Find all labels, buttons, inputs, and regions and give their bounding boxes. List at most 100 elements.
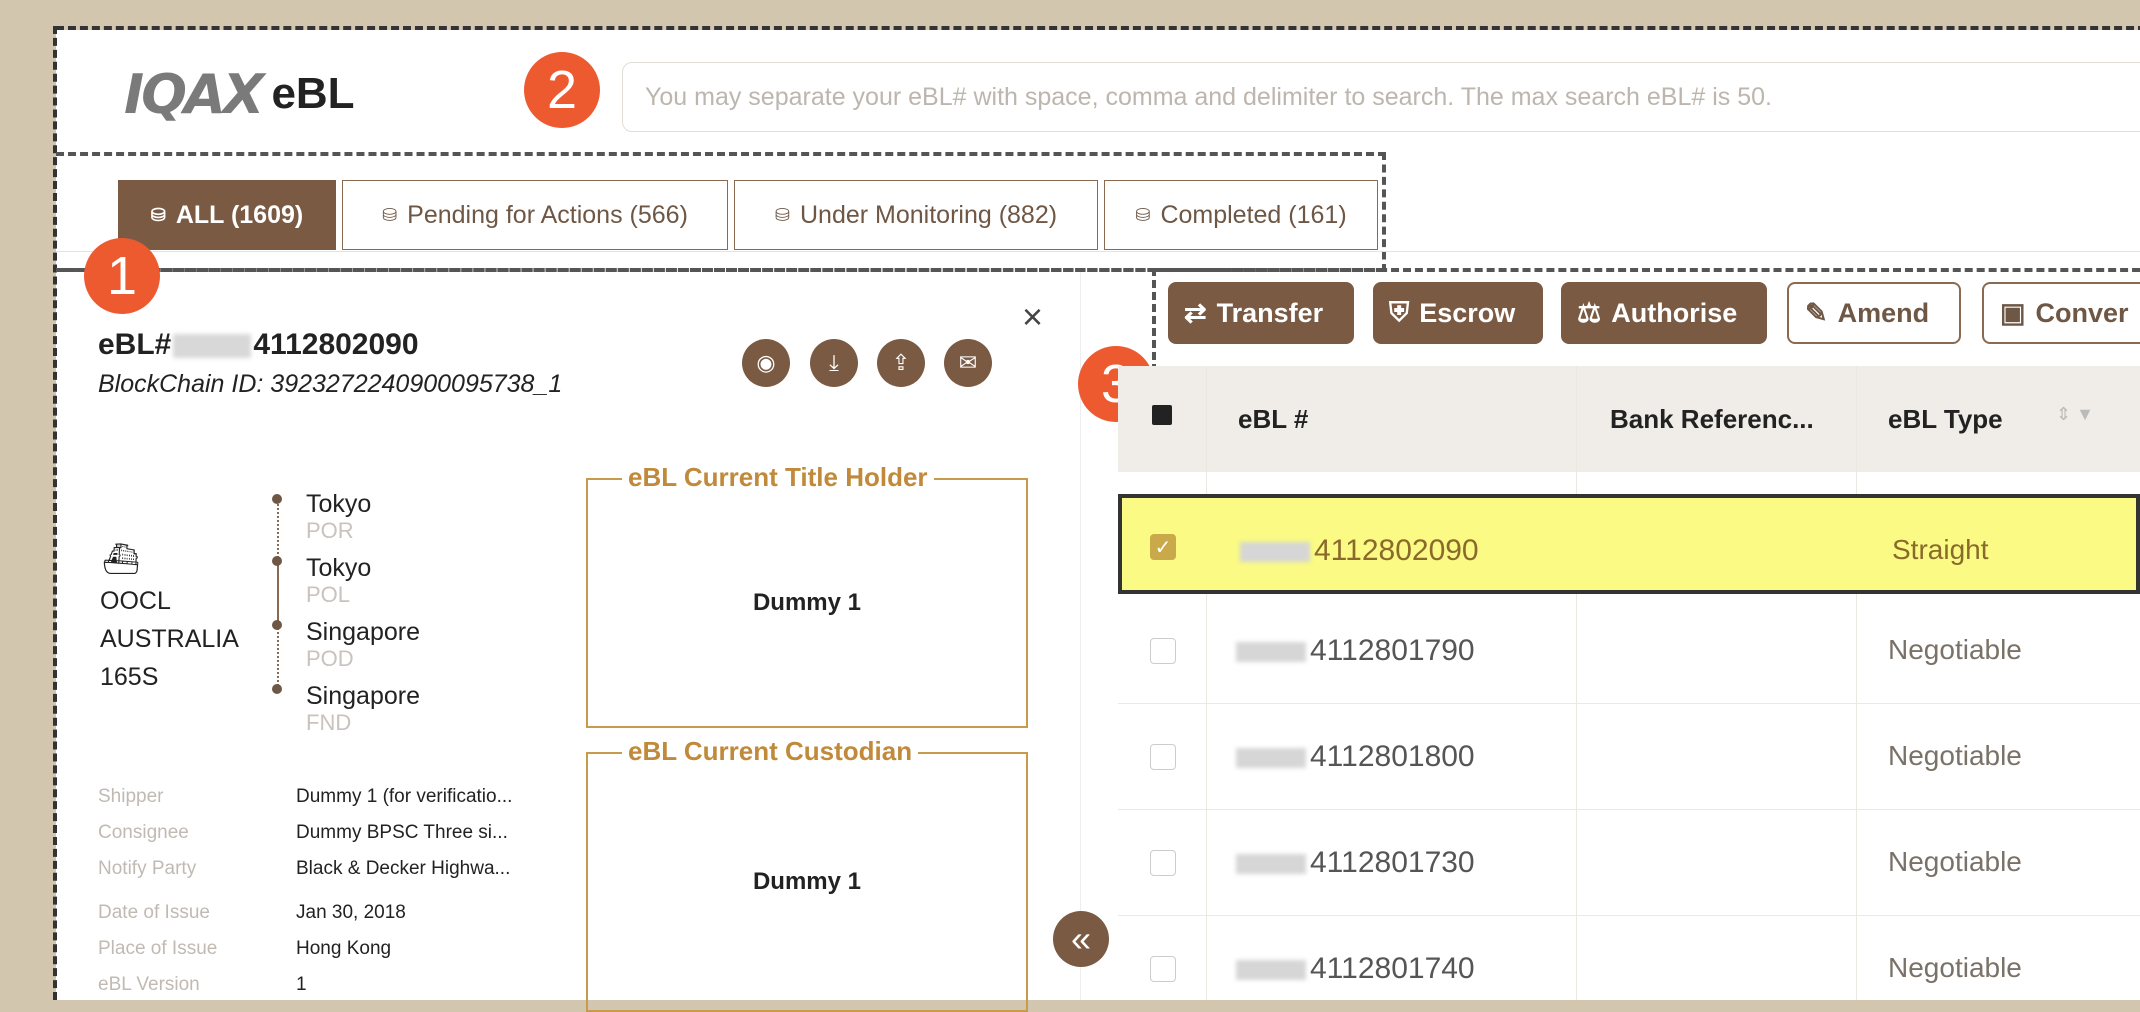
collapse-panel-button[interactable]: « (1053, 911, 1109, 967)
row-checkbox[interactable] (1150, 744, 1176, 770)
mail-icon[interactable]: ✉ (944, 339, 992, 387)
route-code-pol: POL (306, 582, 351, 607)
app-logo: IQAX eBL (124, 62, 355, 126)
upload-cloud-icon[interactable]: ⇪ (877, 339, 925, 387)
row-checkbox[interactable] (1150, 956, 1176, 982)
tab-under-monitoring[interactable]: ⛁ Under Monitoring (882) (734, 180, 1098, 250)
row-ebl-type: Negotiable (1888, 634, 2022, 665)
column-header-ebl-type[interactable]: eBL Type (1888, 404, 2003, 435)
close-icon[interactable]: × (1022, 296, 1043, 338)
ship-icon: ⛴ (102, 543, 141, 576)
callout-badge-2: 2 (524, 52, 600, 128)
convert-label: Conver (2035, 297, 2129, 328)
field-label-place-of-issue: Place of Issue (98, 938, 218, 959)
detail-ebl-number: eBL# 4112802090 (98, 328, 419, 362)
row-ebl-type: Straight (1892, 534, 1989, 565)
row-ebl-number: 4112801740 (1236, 952, 1475, 986)
row-ebl-type: Negotiable (1888, 740, 2022, 771)
transfer-icon: ⇄ (1184, 297, 1207, 328)
ebl-prefix: eBL# (98, 328, 172, 361)
ebl-number-text: 4112801800 (1310, 740, 1475, 773)
route-dot (272, 684, 282, 694)
database-icon: ⛁ (1135, 204, 1151, 225)
escrow-button[interactable]: ⛨ Escrow (1373, 282, 1543, 344)
vessel-line: AUSTRALIA (100, 625, 239, 653)
route-code-pod: POD (306, 646, 354, 671)
field-label-consignee: Consignee (98, 822, 189, 843)
table-row[interactable]: 4112801740 Negotiable (1118, 916, 2140, 1000)
vessel-line: OOCL (100, 587, 171, 615)
row-checkbox[interactable] (1150, 850, 1176, 876)
blockchain-id: BlockChain ID: 3923272240900095738_1 (98, 370, 563, 398)
table-row[interactable]: 4112801800 Negotiable (1118, 704, 2140, 810)
row-checkbox[interactable] (1150, 638, 1176, 664)
select-all-checkbox[interactable] (1152, 405, 1172, 425)
tab-completed[interactable]: ⛁ Completed (161) (1104, 180, 1378, 250)
row-ebl-number: 4112801730 (1236, 846, 1475, 880)
field-label-notify-party: Notify Party (98, 858, 197, 879)
column-header-ebl[interactable]: eBL # (1238, 404, 1308, 435)
custodian-name: Dummy 1 (752, 868, 862, 895)
vessel-line: 165S (100, 663, 159, 691)
ebl-number-text: 4112802090 (1314, 534, 1479, 567)
amend-button[interactable]: ✎ Amend (1787, 282, 1961, 344)
route-city-pol: Tokyo (306, 554, 372, 582)
ebl-number-text: 4112801740 (1310, 952, 1475, 985)
authorise-button[interactable]: ⚖ Authorise (1561, 282, 1767, 344)
field-value-place-of-issue: Hong Kong (296, 938, 392, 959)
database-icon: ⛁ (382, 204, 398, 225)
field-value-consignee: Dummy BPSC Three si... (296, 822, 508, 843)
field-value-date-of-issue: Jan 30, 2018 (296, 902, 406, 923)
ebl-number-text: 4112801730 (1310, 846, 1475, 879)
tab-all[interactable]: ⛁ ALL (1609) (118, 180, 336, 250)
route-dot (272, 494, 282, 504)
annotation-dashed-border-top (56, 26, 2140, 30)
route-city-pod: Singapore (306, 618, 420, 646)
column-header-bank-reference[interactable]: Bank Referenc... (1610, 404, 1814, 435)
route-code-fnd: FND (306, 710, 352, 735)
tab-label: Pending for Actions (566) (407, 200, 688, 229)
redacted-block (173, 334, 252, 359)
transfer-button[interactable]: ⇄ Transfer (1168, 282, 1354, 344)
table-row[interactable]: 4112801730 Negotiable (1118, 810, 2140, 916)
tab-underline (56, 251, 2140, 252)
redacted-block (1236, 854, 1306, 875)
row-ebl-number: 4112801790 (1236, 634, 1475, 668)
table-row[interactable]: 4112801790 Negotiable (1118, 598, 2140, 704)
route-dot (272, 620, 282, 630)
escrow-label: Escrow (1419, 297, 1516, 328)
field-value-shipper: Dummy 1 (for verificatio... (296, 786, 513, 807)
route-dot (272, 556, 282, 566)
document-icon: ▣ (2000, 297, 2026, 328)
search-box[interactable] (622, 62, 2140, 132)
tab-label: ALL (1609) (175, 200, 304, 229)
database-icon: ⛁ (774, 204, 790, 225)
view-icon[interactable]: ◉ (742, 339, 790, 387)
row-ebl-type: Negotiable (1888, 846, 2022, 877)
authorise-label: Authorise (1611, 297, 1738, 328)
table-row[interactable]: ✓ 4112802090 Straight (1118, 494, 2140, 594)
custodian-box: eBL Current Custodian Dummy 1 (586, 736, 1028, 1012)
search-input[interactable] (643, 81, 2131, 113)
field-label-date-of-issue: Date of Issue (98, 902, 210, 923)
shield-icon: ⛨ (1389, 297, 1410, 327)
logo-text: eBL (271, 69, 355, 118)
stamp-icon: ⚖ (1577, 297, 1602, 328)
field-label-shipper: Shipper (98, 786, 164, 807)
download-icon[interactable]: ⤓ (810, 339, 858, 387)
row-ebl-type: Negotiable (1888, 952, 2022, 983)
row-ebl-number: 4112802090 (1240, 534, 1479, 568)
sort-filter-icon[interactable]: ⇕ ▼ (2056, 404, 2094, 425)
convert-button[interactable]: ▣ Conver (1982, 282, 2140, 344)
ebl-number-text: 4112801790 (1310, 634, 1475, 667)
redacted-block (1240, 542, 1310, 563)
amend-label: Amend (1837, 297, 1930, 328)
vessel-info: OOCL AUSTRALIA 165S (100, 582, 239, 696)
tab-pending-for-actions[interactable]: ⛁ Pending for Actions (566) (342, 180, 728, 250)
redacted-block (1236, 960, 1306, 981)
logo-mark: IQAX (124, 62, 264, 126)
route-city-por: Tokyo (306, 490, 372, 518)
row-checkbox[interactable]: ✓ (1150, 534, 1176, 560)
redacted-block (1236, 748, 1306, 769)
field-value-ebl-version: 1 (296, 974, 307, 995)
